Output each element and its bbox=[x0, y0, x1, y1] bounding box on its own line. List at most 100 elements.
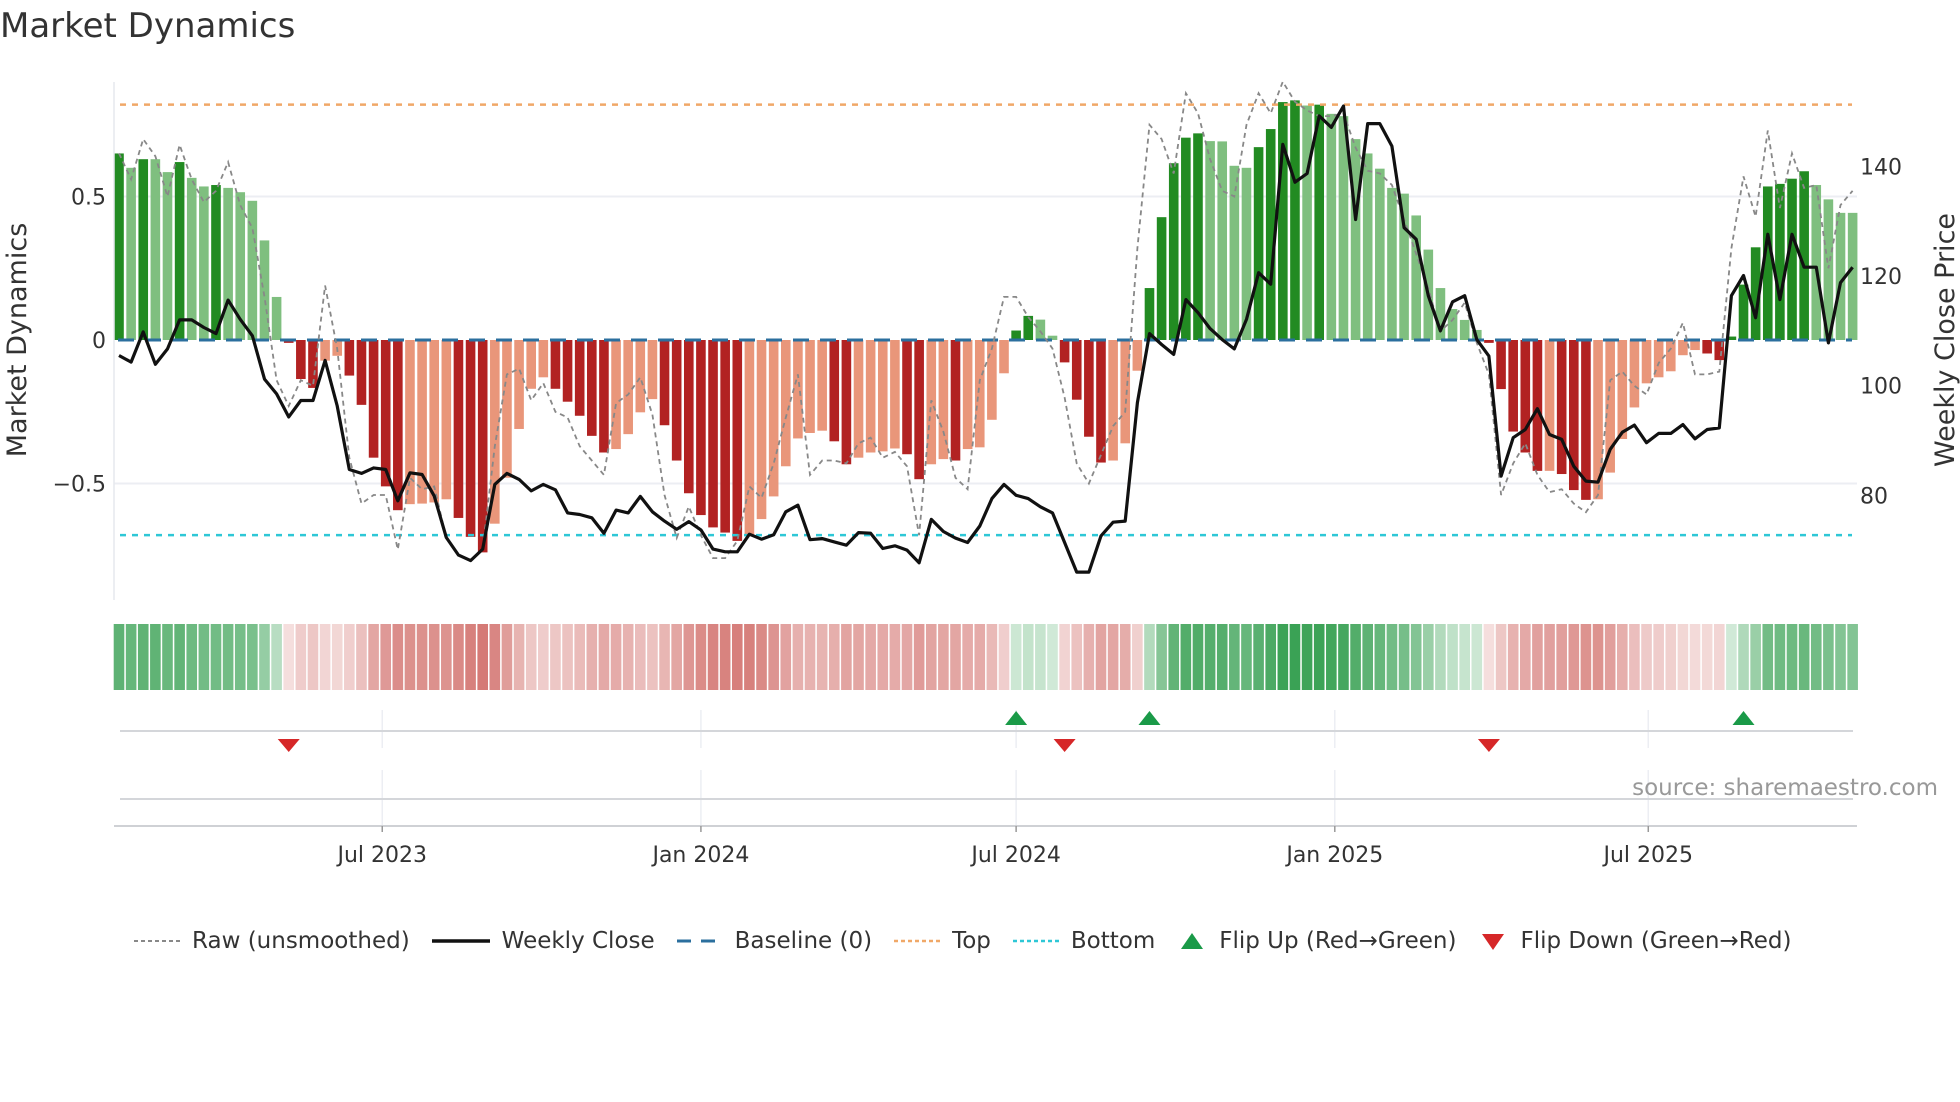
legend-label: Weekly Close bbox=[501, 928, 655, 954]
heat-strip-cell bbox=[1156, 624, 1167, 690]
bar-negative bbox=[1629, 340, 1640, 408]
heat-strip-cell bbox=[1350, 624, 1361, 690]
heat-strip-cell bbox=[1241, 624, 1252, 690]
bar-positive bbox=[1168, 163, 1179, 340]
raw-series-line bbox=[118, 79, 1854, 563]
legend-item-close: Weekly Close bbox=[431, 928, 655, 954]
heat-strip-cell bbox=[1022, 624, 1034, 690]
legend-label: Baseline (0) bbox=[734, 928, 873, 954]
heat-strip-cell bbox=[744, 624, 755, 690]
bar-positive bbox=[1023, 315, 1034, 340]
heat-strip-cell bbox=[1762, 624, 1774, 690]
heat-strip-cell bbox=[344, 624, 355, 690]
heat-strip-cell bbox=[113, 624, 125, 690]
x-tick-label: Jul 2024 bbox=[969, 843, 1061, 868]
bar-positive bbox=[1459, 319, 1470, 340]
heat-strip-cell bbox=[1616, 624, 1628, 690]
heat-strip-cell bbox=[501, 624, 513, 690]
bar-negative bbox=[877, 340, 888, 452]
heat-strip-cell bbox=[889, 624, 901, 690]
bar-positive bbox=[138, 159, 149, 340]
bar-negative bbox=[647, 340, 658, 400]
heat-strip-cell bbox=[1107, 624, 1119, 690]
bar-negative bbox=[368, 340, 379, 458]
heat-strip-cell bbox=[719, 624, 731, 690]
heat-strip-cell bbox=[1786, 624, 1798, 690]
bar-negative bbox=[550, 340, 561, 389]
heat-strip-cell bbox=[792, 624, 804, 690]
bar-positive bbox=[1253, 147, 1264, 340]
bar-positive bbox=[1229, 165, 1240, 340]
heat-strip-cell bbox=[513, 624, 525, 690]
heat-strip-cell bbox=[1059, 624, 1070, 690]
heat-strip-cell bbox=[441, 624, 452, 690]
heat-strip-cell bbox=[804, 624, 816, 690]
heat-strip-cell bbox=[598, 624, 610, 690]
heat-strip-cell bbox=[319, 624, 331, 690]
heat-strip-cell bbox=[550, 624, 561, 690]
heat-strip-cell bbox=[1047, 624, 1058, 690]
heat-strip-cell bbox=[1604, 624, 1616, 690]
heat-strip-cell bbox=[1362, 624, 1373, 690]
bar-positive bbox=[162, 172, 173, 340]
bar-positive bbox=[174, 162, 185, 340]
bar-negative bbox=[768, 340, 779, 497]
heat-strip-cell bbox=[562, 624, 573, 690]
heat-strip-cell bbox=[1253, 624, 1264, 690]
heat-strip-cell bbox=[695, 624, 707, 690]
heat-strip-cell bbox=[271, 624, 282, 690]
heat-strip-cell bbox=[1774, 624, 1786, 690]
heat-strip-cell bbox=[1713, 624, 1725, 690]
heat-strip-cell bbox=[635, 624, 646, 690]
legend-item-bottom: Bottom bbox=[1012, 928, 1155, 954]
heat-strip-cell bbox=[780, 624, 792, 690]
heat-strip-cell bbox=[489, 624, 501, 690]
heat-strip-cell bbox=[841, 624, 852, 690]
bar-positive bbox=[1314, 104, 1325, 340]
heat-strip-cell bbox=[1071, 624, 1083, 690]
top-line-swatch bbox=[894, 939, 941, 943]
bar-positive bbox=[186, 177, 197, 340]
bar-negative bbox=[453, 340, 464, 518]
y2-axis-label: Weekly Close Price bbox=[1930, 213, 1960, 467]
heat-strip-cell bbox=[247, 624, 258, 690]
heat-strip-cell bbox=[986, 624, 998, 690]
heat-strip-cell bbox=[356, 624, 367, 690]
heat-strip-cell bbox=[380, 624, 392, 690]
bar-positive bbox=[1326, 113, 1337, 341]
bar-positive bbox=[126, 167, 136, 340]
bar-negative bbox=[696, 340, 706, 516]
heat-strip-cell bbox=[1495, 624, 1507, 690]
bar-negative bbox=[611, 340, 621, 450]
heat-strip-cell bbox=[428, 624, 440, 690]
heat-strip-cell bbox=[137, 624, 149, 690]
baseline-swatch bbox=[676, 939, 723, 943]
heat-strip-cell bbox=[1520, 624, 1531, 690]
bar-negative bbox=[1544, 340, 1555, 471]
heat-strip-cell bbox=[538, 624, 549, 690]
bar-negative bbox=[659, 340, 670, 426]
bar-positive bbox=[1217, 141, 1228, 340]
bar-negative bbox=[344, 340, 355, 376]
bottom-line-swatch bbox=[1012, 939, 1059, 943]
bar-negative bbox=[635, 340, 646, 413]
bar-negative bbox=[853, 340, 864, 458]
bar-negative bbox=[393, 340, 403, 511]
heat-strip-cell bbox=[816, 624, 828, 690]
bar-positive bbox=[1290, 100, 1300, 340]
y-tick-label: 0.5 bbox=[71, 186, 106, 211]
bar-negative bbox=[599, 340, 609, 453]
heat-strip-cell bbox=[1216, 624, 1228, 690]
bar-negative bbox=[429, 340, 440, 503]
heat-strip-cell bbox=[234, 624, 246, 690]
x-tick-label: Jul 2025 bbox=[1602, 843, 1694, 868]
heat-strip-cell bbox=[1010, 624, 1022, 690]
bar-negative bbox=[671, 340, 682, 461]
bar-negative bbox=[502, 340, 512, 478]
bar-negative bbox=[1096, 340, 1106, 463]
bar-negative bbox=[320, 340, 330, 361]
bar-negative bbox=[1520, 340, 1531, 453]
bar-negative bbox=[477, 340, 488, 553]
heat-strip-cell bbox=[1556, 624, 1567, 690]
flip-up-marker bbox=[1138, 711, 1161, 725]
